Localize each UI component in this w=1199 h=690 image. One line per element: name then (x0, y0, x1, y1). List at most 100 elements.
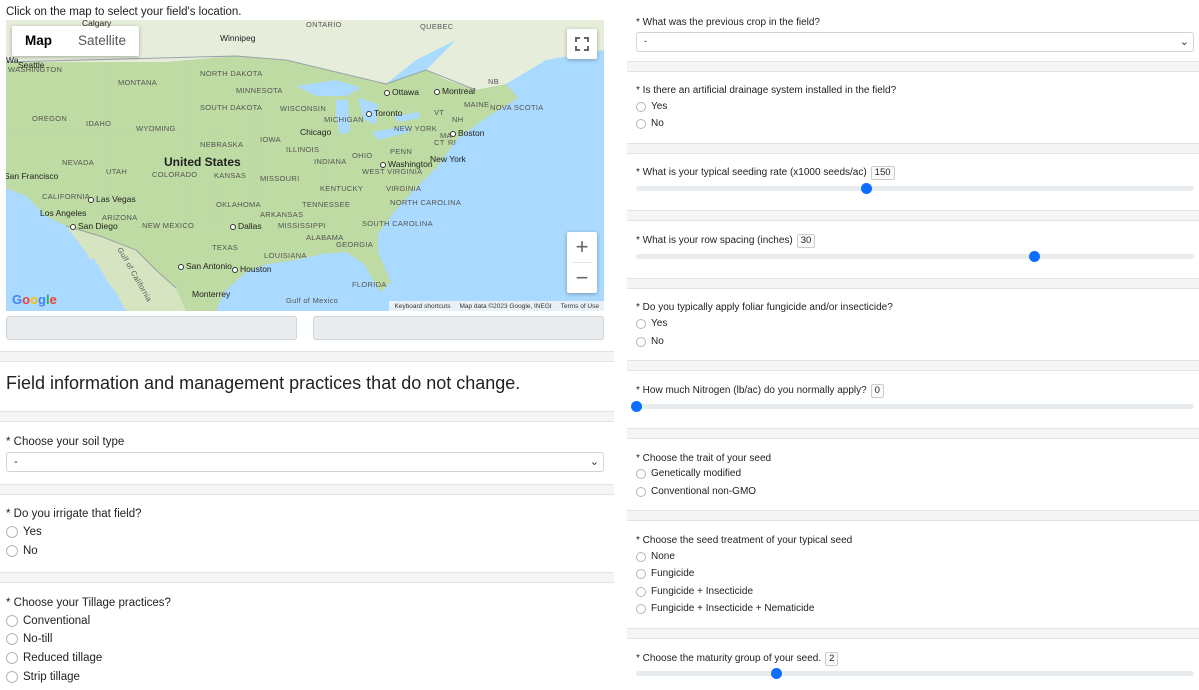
soil-type-select[interactable]: - ⌄ (6, 452, 604, 472)
region-label: TEXAS (212, 243, 239, 252)
city-label: Las Vegas (88, 194, 136, 204)
previous-crop-select[interactable]: - ⌄ (636, 32, 1194, 52)
zoom-in-button[interactable]: + (567, 232, 597, 262)
row-spacing-slider[interactable] (636, 251, 1194, 262)
section-divider (627, 210, 1199, 221)
treatment-option-fung-insect[interactable]: Fungicide + Insecticide (636, 586, 753, 597)
drainage-option-yes[interactable]: Yes (636, 101, 667, 112)
seeding-rate-label: * What is your typical seeding rate (x10… (636, 166, 895, 180)
section-divider (627, 360, 1199, 371)
radio-icon (6, 526, 18, 538)
region-label: GEORGIA (336, 240, 374, 249)
maturity-slider[interactable] (636, 668, 1194, 679)
slider-thumb[interactable] (631, 401, 642, 412)
radio-icon (636, 336, 646, 347)
trait-option-non-gmo[interactable]: Conventional non-GMO (636, 486, 756, 497)
tillage-option-conventional[interactable]: Conventional (6, 615, 90, 627)
treatment-option-fung-insect-nema[interactable]: Fungicide + Insecticide + Nematicide (636, 603, 814, 614)
section-divider (627, 143, 1199, 154)
section-divider (627, 628, 1199, 639)
region-label: KANSAS (214, 171, 247, 180)
treatment-option-none[interactable]: None (636, 551, 675, 562)
location-map[interactable]: Map Satellite + − United States ONTARIO … (6, 20, 604, 311)
city-label: Ottawa (384, 87, 419, 97)
trait-option-gmo[interactable]: Genetically modified (636, 468, 741, 479)
map-attribution: Keyboard shortcuts Map data ©2023 Google… (389, 301, 604, 311)
city-label: Chicago (300, 127, 332, 137)
city-label: Seattle (18, 60, 45, 70)
seeding-rate-text: * What is your typical seeding rate (x10… (636, 167, 867, 178)
section-divider (0, 572, 614, 583)
irrigate-label: * Do you irrigate that field? (6, 508, 142, 520)
city-label: Winnipeg (220, 33, 256, 43)
zoom-out-button[interactable]: − (567, 263, 597, 293)
city-label: San Diego (70, 221, 118, 231)
region-label: Gulf of Mexico (286, 296, 339, 305)
option-label: None (651, 551, 675, 562)
section-divider (0, 484, 614, 495)
option-label: Strip tillage (23, 671, 80, 683)
keyboard-shortcuts-link[interactable]: Keyboard shortcuts (394, 303, 450, 310)
radio-icon (636, 486, 646, 497)
region-label: CT (434, 138, 445, 147)
seed-trait-label: * Choose the trait of your seed (636, 453, 772, 464)
city-label: Monterrey (192, 289, 231, 299)
tillage-option-reduced[interactable]: Reduced tillage (6, 652, 102, 664)
drainage-option-no[interactable]: No (636, 118, 664, 129)
seed-treatment-label: * Choose the seed treatment of your typi… (636, 535, 853, 546)
radio-icon (636, 551, 646, 562)
region-label: MINNESOTA (236, 86, 283, 95)
map-type-control: Map Satellite (12, 26, 140, 56)
radio-icon (636, 118, 646, 129)
map-caption: Click on the map to select your field's … (6, 6, 242, 18)
region-label: NOVA SCOTIA (490, 103, 544, 112)
chevron-down-icon: ⌄ (1179, 36, 1189, 48)
terms-link[interactable]: Terms of Use (561, 303, 599, 310)
region-label: UTAH (106, 167, 128, 176)
country-label: United States (164, 155, 241, 169)
region-label: OREGON (32, 114, 68, 123)
maturity-group-label: * Choose the maturity group of your seed… (636, 652, 839, 666)
seeding-rate-value: 150 (870, 166, 895, 180)
treatment-option-fungicide[interactable]: Fungicide (636, 568, 694, 579)
section-divider (627, 61, 1199, 72)
option-label: Reduced tillage (23, 652, 103, 664)
tillage-option-no-till[interactable]: No-till (6, 633, 52, 645)
map-type-satellite-button[interactable]: Satellite (65, 26, 139, 56)
city-label: Houston (232, 264, 272, 274)
slider-thumb[interactable] (770, 668, 782, 679)
irrigate-option-no[interactable]: No (6, 545, 38, 557)
nitrogen-value: 0 (870, 384, 884, 398)
irrigate-option-yes[interactable]: Yes (6, 526, 42, 538)
region-label: MISSISSIPPI (278, 221, 326, 230)
soil-type-label: * Choose your soil type (6, 436, 125, 448)
nitrogen-text: * How much Nitrogen (lb/ac) do you norma… (636, 385, 867, 396)
row-spacing-text: * What is your row spacing (inches) (636, 235, 793, 246)
fullscreen-icon (575, 37, 589, 51)
option-label: Yes (651, 318, 668, 329)
region-label: IOWA (260, 135, 281, 144)
latitude-field[interactable] (6, 316, 297, 340)
region-label: QUEBEC (420, 22, 454, 31)
slider-thumb[interactable] (861, 183, 873, 194)
seeding-rate-slider[interactable] (636, 183, 1194, 194)
fullscreen-button[interactable] (567, 29, 597, 59)
region-label: PENN (390, 147, 413, 156)
option-label: No (23, 545, 38, 557)
slider-thumb[interactable] (1029, 251, 1041, 262)
zoom-control: + − (567, 232, 597, 293)
region-label: ILLINOIS (286, 145, 320, 154)
fungicide-option-yes[interactable]: Yes (636, 318, 667, 329)
section-divider (627, 428, 1199, 439)
section-divider (627, 510, 1199, 521)
region-label: OKLAHOMA (216, 200, 261, 209)
option-label: No (651, 336, 664, 347)
map-type-map-button[interactable]: Map (12, 26, 65, 56)
fungicide-option-no[interactable]: No (636, 336, 664, 347)
nitrogen-slider[interactable] (631, 401, 1194, 412)
tillage-option-strip[interactable]: Strip tillage (6, 671, 80, 683)
region-label: INDIANA (314, 157, 347, 166)
longitude-field[interactable] (313, 316, 604, 340)
radio-icon (6, 671, 18, 683)
radio-icon (636, 318, 646, 329)
